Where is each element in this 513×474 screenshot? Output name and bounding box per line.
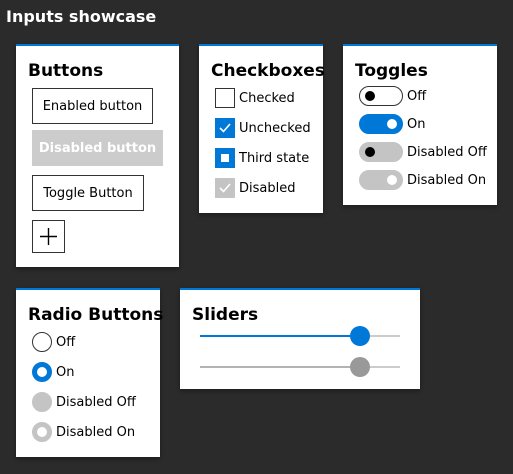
toggle-label: On bbox=[407, 116, 426, 132]
plus-icon bbox=[40, 228, 57, 245]
radio-label: Disabled On bbox=[56, 424, 136, 440]
radio-buttons-heading: Radio Buttons bbox=[28, 305, 164, 325]
radio-row[interactable]: Disabled On bbox=[32, 422, 135, 442]
checkbox[interactable] bbox=[215, 148, 235, 168]
radio-label: Off bbox=[56, 334, 76, 350]
toggle-row[interactable]: On bbox=[359, 114, 425, 134]
radio-button[interactable] bbox=[32, 332, 52, 352]
disabled-button[interactable]: Disabled button bbox=[32, 130, 163, 166]
radio-dot bbox=[37, 427, 47, 437]
slider-fill bbox=[200, 366, 360, 368]
toggle-label: Disabled Off bbox=[407, 144, 487, 160]
slider[interactable] bbox=[200, 326, 400, 346]
radio-button[interactable] bbox=[32, 422, 52, 442]
page-title: Inputs showcase bbox=[6, 7, 157, 26]
radio-row[interactable]: On bbox=[32, 362, 74, 382]
radio-dot bbox=[37, 367, 47, 377]
toggle-switch[interactable] bbox=[359, 114, 403, 134]
toggle-row[interactable]: Disabled Off bbox=[359, 142, 487, 162]
checkbox[interactable] bbox=[215, 118, 235, 138]
toggles-card: Toggles Off On Disabled Off Disabled On bbox=[343, 44, 497, 205]
slider-thumb[interactable] bbox=[350, 326, 370, 346]
radio-buttons-card: Radio Buttons Off On Disabled Off Disabl… bbox=[16, 288, 164, 457]
checkbox-label: Third state bbox=[239, 150, 310, 166]
radio-button[interactable] bbox=[32, 392, 52, 412]
radio-label: Disabled Off bbox=[56, 394, 136, 410]
checkbox-row[interactable]: Disabled bbox=[215, 178, 295, 198]
toggle-knob bbox=[387, 175, 397, 185]
radio-row[interactable]: Off bbox=[32, 332, 75, 352]
checkbox-label: Disabled bbox=[239, 180, 296, 196]
buttons-heading: Buttons bbox=[28, 61, 104, 81]
radio-row[interactable]: Disabled Off bbox=[32, 392, 136, 412]
radio-label: On bbox=[56, 364, 75, 380]
toggles-heading: Toggles bbox=[355, 61, 428, 81]
checkboxes-heading: Checkboxes bbox=[211, 61, 325, 81]
checkbox[interactable] bbox=[215, 178, 235, 198]
toggle-knob bbox=[387, 119, 397, 129]
checkbox-row[interactable]: Third state bbox=[215, 148, 309, 168]
sliders-heading: Sliders bbox=[192, 305, 259, 325]
toggle-button[interactable]: Toggle Button bbox=[32, 175, 144, 211]
toggle-row[interactable]: Disabled On bbox=[359, 170, 486, 190]
sliders-card: Sliders bbox=[180, 288, 420, 389]
checkbox-label: Checked bbox=[239, 90, 295, 106]
checkboxes-card: Checkboxes Checked Unchecked Third state… bbox=[199, 44, 325, 213]
toggle-label: Off bbox=[407, 88, 427, 104]
toggle-knob bbox=[365, 91, 375, 101]
add-button[interactable] bbox=[32, 220, 65, 253]
buttons-card: Buttons Enabled button Disabled button T… bbox=[16, 44, 179, 267]
toggle-knob bbox=[365, 147, 375, 157]
toggle-switch[interactable] bbox=[359, 86, 403, 106]
checkbox-row[interactable]: Unchecked bbox=[215, 118, 311, 138]
checkbox-row[interactable]: Checked bbox=[215, 88, 295, 108]
radio-button[interactable] bbox=[32, 362, 52, 382]
checkmark-icon bbox=[219, 123, 231, 133]
slider-thumb[interactable] bbox=[350, 357, 370, 377]
toggle-switch[interactable] bbox=[359, 142, 403, 162]
indeterminate-icon bbox=[221, 154, 229, 162]
slider-fill bbox=[200, 335, 360, 337]
enabled-button[interactable]: Enabled button bbox=[32, 88, 153, 124]
checkbox-label: Unchecked bbox=[239, 120, 311, 136]
toggle-switch[interactable] bbox=[359, 170, 403, 190]
toggle-label: Disabled On bbox=[407, 172, 487, 188]
checkbox[interactable] bbox=[215, 88, 235, 108]
checkmark-icon bbox=[219, 183, 231, 193]
slider-disabled[interactable] bbox=[200, 357, 400, 377]
toggle-row[interactable]: Off bbox=[359, 86, 426, 106]
